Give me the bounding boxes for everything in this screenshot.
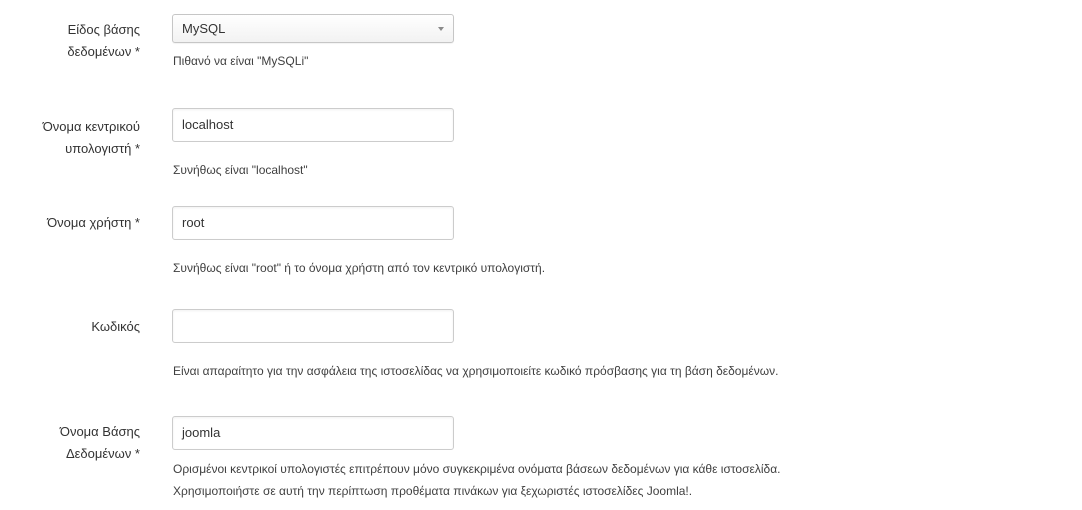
password-input[interactable] <box>172 309 454 343</box>
db-name-label: Όνομα Βάσης Δεδομένων * <box>0 421 140 465</box>
chevron-down-icon <box>438 27 444 31</box>
db-name-input-value: joomla <box>182 425 221 440</box>
db-type-label: Είδος βάσης δεδομένων * <box>0 19 140 63</box>
username-input[interactable]: root <box>172 206 454 240</box>
db-name-input[interactable]: joomla <box>172 416 454 450</box>
db-type-label-line1: Είδος βάσης <box>67 22 140 37</box>
db-type-label-line2: δεδομένων * <box>67 44 140 59</box>
db-name-help-line2: Χρησιμοποιήστε σε αυτή την περίπτωση προ… <box>173 484 693 498</box>
db-name-help-line1: Ορισμένοι κεντρικοί υπολογιστές επιτρέπο… <box>173 462 781 476</box>
db-type-select[interactable]: MySQL <box>172 14 454 43</box>
db-type-select-value: MySQL <box>182 21 226 36</box>
username-input-value: root <box>182 215 205 230</box>
db-type-help: Πιθανό να είναι "MySQLi" <box>173 54 309 68</box>
password-help: Είναι απαραίτητο για την ασφάλεια της ισ… <box>173 364 779 378</box>
username-label: Όνομα χρήστη * <box>47 215 140 230</box>
host-help: Συνήθως είναι "localhost" <box>173 163 308 177</box>
password-label: Κωδικός <box>91 319 140 334</box>
username-help: Συνήθως είναι "root" ή το όνομα χρήστη α… <box>173 261 546 275</box>
host-label-line2: υπολογιστή * <box>65 141 140 156</box>
host-input[interactable]: localhost <box>172 108 454 142</box>
host-input-value: localhost <box>182 117 234 132</box>
host-label-line1: Όνομα κεντρικού <box>42 119 140 134</box>
db-name-label-line1: Όνομα Βάσης <box>59 424 140 439</box>
db-name-label-line2: Δεδομένων * <box>65 446 140 461</box>
host-label: Όνομα κεντρικού υπολογιστή * <box>0 116 140 160</box>
